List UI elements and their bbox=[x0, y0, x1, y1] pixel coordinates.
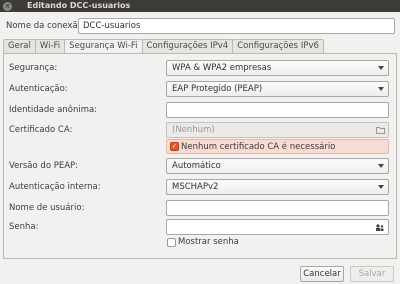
chevron-down-icon bbox=[378, 185, 384, 189]
peap-version-combo[interactable]: Automático bbox=[166, 158, 389, 174]
peap-version-value: Automático bbox=[172, 161, 221, 171]
save-button[interactable]: Salvar bbox=[350, 266, 394, 282]
authentication-label: Autenticação: bbox=[9, 84, 68, 94]
security-combo[interactable]: WPA & WPA2 empresas bbox=[166, 60, 389, 76]
window-title: Editando DCC-usuarios bbox=[27, 1, 131, 10]
security-combo-value: WPA & WPA2 empresas bbox=[172, 63, 272, 73]
cancel-button[interactable]: Cancelar bbox=[300, 266, 344, 282]
tab-bar: Geral Wi-Fi Segurança Wi-Fi Configuraçõe… bbox=[3, 39, 324, 54]
chevron-down-icon bbox=[378, 164, 384, 168]
connection-name-label: Nome da conexão: bbox=[6, 21, 86, 31]
ca-certificate-label: Certificado CA: bbox=[9, 125, 73, 135]
ca-certificate-input: (Nenhum) bbox=[166, 122, 389, 138]
password-label: Senha: bbox=[9, 222, 39, 232]
tab-ipv6-settings[interactable]: Configurações IPv6 bbox=[232, 39, 324, 53]
chevron-down-icon bbox=[378, 87, 384, 91]
peap-version-label: Versão do PEAP: bbox=[9, 161, 79, 171]
username-input[interactable] bbox=[166, 200, 389, 216]
folder-icon bbox=[376, 127, 385, 134]
show-password-label: Mostrar senha bbox=[178, 237, 239, 247]
tab-wifi[interactable]: Wi-Fi bbox=[34, 39, 66, 53]
no-ca-certificate-checkbox[interactable]: ✓ bbox=[170, 142, 179, 151]
tab-wifi-security[interactable]: Segurança Wi-Fi bbox=[64, 39, 143, 54]
connection-name-input[interactable]: DCC-usuarios bbox=[78, 18, 395, 34]
authentication-combo[interactable]: EAP Protegido (PEAP) bbox=[166, 81, 389, 97]
security-label: Segurança: bbox=[9, 63, 58, 73]
tab-geral[interactable]: Geral bbox=[3, 39, 36, 53]
window-close-icon[interactable]: × bbox=[3, 2, 12, 11]
inner-auth-value: MSCHAPv2 bbox=[172, 182, 219, 192]
show-password-checkbox[interactable] bbox=[167, 238, 176, 247]
authentication-combo-value: EAP Protegido (PEAP) bbox=[172, 84, 263, 94]
inner-auth-label: Autenticação interna: bbox=[9, 182, 101, 192]
no-ca-certificate-row[interactable]: ✓ Nenhum certificado CA é necessário bbox=[166, 139, 389, 154]
anonymous-identity-input[interactable] bbox=[166, 102, 389, 118]
password-options-icon[interactable] bbox=[375, 223, 385, 232]
inner-auth-combo[interactable]: MSCHAPv2 bbox=[166, 179, 389, 195]
title-bar: × Editando DCC-usuarios bbox=[0, 0, 400, 12]
username-label: Nome de usuário: bbox=[9, 203, 85, 213]
tab-ipv4-settings[interactable]: Configurações IPv4 bbox=[141, 39, 234, 53]
anonymous-identity-label: Identidade anônima: bbox=[9, 105, 98, 115]
chevron-down-icon bbox=[378, 66, 384, 70]
password-input[interactable] bbox=[166, 219, 389, 235]
no-ca-certificate-label: Nenhum certificado CA é necessário bbox=[181, 142, 336, 152]
ca-certificate-value: (Nenhum) bbox=[172, 125, 215, 135]
